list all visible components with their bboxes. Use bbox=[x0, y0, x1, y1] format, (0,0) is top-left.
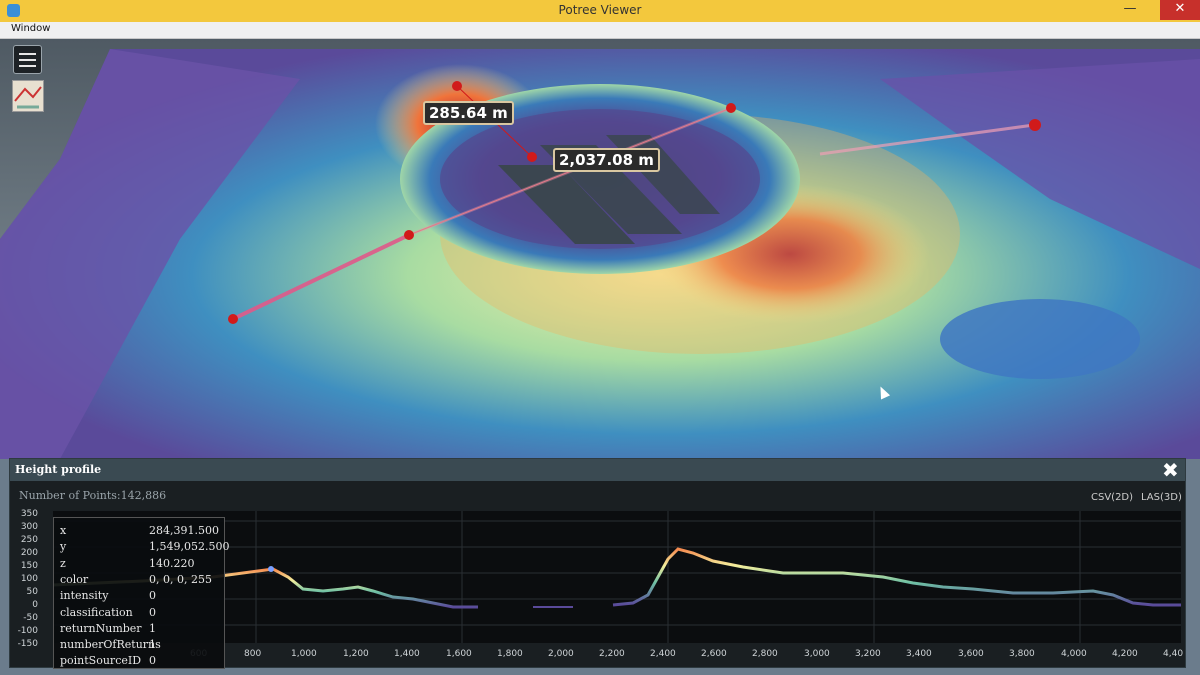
sidebar-toggle-button[interactable] bbox=[13, 45, 42, 74]
point-info-tooltip: x 284,391.500 y 1,549,052.500 z 140.220 col… bbox=[53, 517, 230, 669]
x-tick: 1,400 bbox=[394, 649, 420, 659]
menu-bar: Window bbox=[0, 22, 1200, 39]
x-tick: 3,600 bbox=[958, 649, 984, 659]
info-row: intensity 0 bbox=[60, 589, 156, 602]
info-row: x 284,391.500 bbox=[60, 524, 219, 537]
distance-measurement-label[interactable]: 2,037.08 m bbox=[553, 148, 660, 172]
menu-icon bbox=[19, 53, 36, 55]
profile-marker[interactable] bbox=[228, 314, 238, 324]
x-tick: 2,600 bbox=[701, 649, 727, 659]
x-tick: 4,200 bbox=[1112, 649, 1138, 659]
x-tick: 3,800 bbox=[1009, 649, 1035, 659]
x-tick: 3,400 bbox=[906, 649, 932, 659]
x-tick: 2,400 bbox=[650, 649, 676, 659]
x-tick: 1,600 bbox=[446, 649, 472, 659]
height-marker[interactable] bbox=[527, 152, 537, 162]
x-tick: 2,200 bbox=[599, 649, 625, 659]
x-tick: 3,000 bbox=[804, 649, 830, 659]
export-las-button[interactable]: LAS(3D) bbox=[1141, 492, 1182, 503]
x-tick: 2,800 bbox=[752, 649, 778, 659]
distance-marker[interactable] bbox=[404, 230, 414, 240]
x-tick: 4,40 bbox=[1163, 649, 1184, 659]
x-tick: 1,800 bbox=[497, 649, 523, 659]
points-count: Number of Points:142,886 bbox=[19, 489, 167, 502]
info-row: classification 0 bbox=[60, 606, 156, 619]
title-bar: Potree Viewer — ✕ bbox=[0, 0, 1200, 22]
info-row: pointSourceID 0 bbox=[60, 654, 156, 667]
profile-marker[interactable] bbox=[1029, 119, 1041, 131]
height-marker[interactable] bbox=[452, 81, 462, 91]
map-toggle-icon[interactable] bbox=[12, 80, 44, 112]
info-row: returnNumber 1 bbox=[60, 622, 156, 635]
x-tick: 4,000 bbox=[1061, 649, 1087, 659]
distance-marker[interactable] bbox=[726, 103, 736, 113]
info-row: y 1,549,052.500 bbox=[60, 540, 230, 553]
close-window-button[interactable]: ✕ bbox=[1160, 0, 1200, 20]
info-row: color 0, 0, 0, 255 bbox=[60, 573, 212, 586]
terrain-render bbox=[0, 39, 1200, 459]
height-measurement-label[interactable]: 285.64 m bbox=[423, 101, 514, 125]
menu-window[interactable]: Window bbox=[11, 23, 50, 34]
profile-title: Height profile bbox=[15, 463, 102, 476]
x-tick: 3,200 bbox=[855, 649, 881, 659]
profile-header: Height profile ✖ bbox=[10, 458, 1185, 482]
info-row: numberOfReturns 1 bbox=[60, 638, 161, 651]
y-axis: 350 300 250 200 150 100 50 0 -50 -100 -1… bbox=[17, 509, 38, 649]
export-csv-button[interactable]: CSV(2D) bbox=[1091, 492, 1133, 503]
minimize-button[interactable]: — bbox=[1116, 0, 1144, 20]
x-tick: 1,200 bbox=[343, 649, 369, 659]
x-tick: 2,000 bbox=[548, 649, 574, 659]
window-title: Potree Viewer bbox=[558, 3, 642, 17]
x-tick: 800 bbox=[244, 649, 262, 659]
profile-cursor-point bbox=[268, 566, 274, 572]
close-icon[interactable]: ✖ bbox=[1162, 458, 1179, 482]
x-tick: 1,000 bbox=[291, 649, 317, 659]
info-row: z 140.220 bbox=[60, 557, 195, 570]
point-cloud-viewport[interactable] bbox=[0, 39, 1200, 459]
height-profile-panel: Height profile ✖ Number of Points:142,88… bbox=[9, 458, 1186, 669]
